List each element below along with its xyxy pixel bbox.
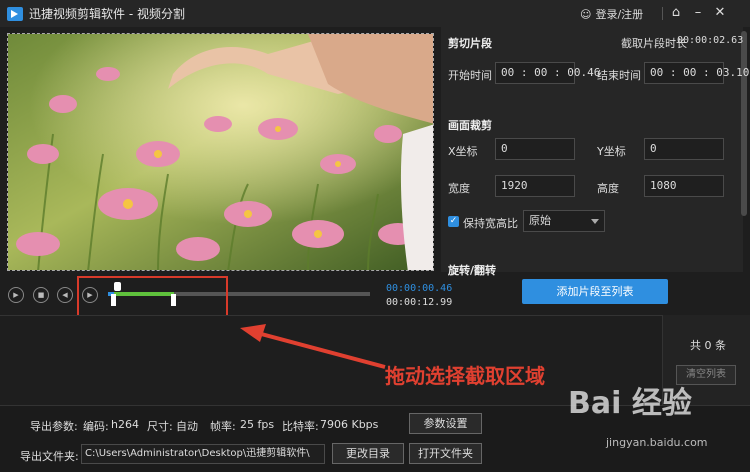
- change-dir-button[interactable]: 更改目录: [332, 443, 404, 464]
- export-params-label: 导出参数:: [30, 420, 78, 433]
- app-logo-icon: [7, 6, 23, 21]
- ratio-select[interactable]: 原始: [523, 210, 605, 232]
- titlebar-divider: [662, 7, 663, 20]
- annotation-text: 拖动选择截取区域: [385, 364, 545, 388]
- watermark-url: jingyan.baidu.com: [606, 436, 708, 449]
- codec-value: h264: [111, 418, 139, 431]
- bitrate-label: 比特率:: [282, 420, 319, 433]
- size-value: 自动: [176, 420, 198, 433]
- height-input[interactable]: 1080: [644, 175, 724, 197]
- add-clip-button[interactable]: 添加片段至列表: [522, 279, 668, 304]
- y-coord-input[interactable]: 0: [644, 138, 724, 160]
- window-title: 迅捷视频剪辑软件 - 视频分割: [29, 7, 185, 21]
- video-frame-image: [8, 34, 433, 270]
- x-coord-label: X坐标: [448, 145, 478, 158]
- chevron-down-icon: [591, 219, 599, 224]
- start-time-label: 开始时间: [448, 69, 492, 82]
- size-label: 尺寸:: [147, 420, 173, 433]
- fps-value: 25 fps: [240, 418, 275, 431]
- minimize-icon[interactable]: –: [690, 5, 706, 21]
- keep-ratio-label: 保持宽高比: [463, 217, 518, 230]
- start-time-input[interactable]: 00 : 00 : 00.46: [495, 62, 600, 84]
- total-time: 00:00:12.99: [386, 297, 453, 308]
- params-settings-button[interactable]: 参数设置: [409, 413, 482, 434]
- y-coord-label: Y坐标: [597, 145, 626, 158]
- current-time: 00:00:00.46: [386, 283, 453, 294]
- codec-label: 编码:: [83, 420, 109, 433]
- export-folder-path[interactable]: C:\Users\Administrator\Desktop\迅捷剪辑软件\: [81, 444, 325, 464]
- login-button[interactable]: ☺ 登录/注册: [580, 6, 643, 22]
- ratio-select-value: 原始: [529, 214, 551, 227]
- clip-count: 共 0 条: [690, 339, 726, 352]
- fps-label: 帧率:: [210, 420, 236, 433]
- rotate-section-title: 旋转/翻转: [448, 264, 497, 277]
- x-coord-input[interactable]: 0: [495, 138, 575, 160]
- login-label: 登录/注册: [595, 8, 644, 21]
- height-label: 高度: [597, 182, 619, 195]
- close-icon[interactable]: ✕: [712, 5, 728, 21]
- end-time-input[interactable]: 00 : 00 : 03.10: [644, 62, 749, 84]
- width-input[interactable]: 1920: [495, 175, 575, 197]
- play-icon[interactable]: ▶: [8, 287, 24, 303]
- home-icon[interactable]: ⌂: [668, 5, 684, 21]
- annotation-arrow-icon: [240, 324, 386, 369]
- width-label: 宽度: [448, 182, 470, 195]
- clip-duration-value: 00:00:02.63: [677, 35, 744, 46]
- export-folder-label: 导出文件夹:: [20, 450, 79, 463]
- end-time-label: 结束时间: [597, 69, 641, 82]
- panel-scrollbar[interactable]: [741, 31, 747, 216]
- keep-ratio-checkbox[interactable]: ✓: [448, 216, 459, 227]
- stop-icon[interactable]: ■: [33, 287, 49, 303]
- clip-section-title: 剪切片段: [448, 37, 492, 50]
- video-preview[interactable]: [7, 33, 434, 271]
- watermark-logo: Bai 经验: [568, 386, 692, 421]
- crop-section-title: 画面裁剪: [448, 119, 492, 132]
- bitrate-value: 7906 Kbps: [320, 418, 379, 431]
- user-icon: ☺: [580, 7, 592, 21]
- prev-frame-icon[interactable]: ◀: [57, 287, 73, 303]
- open-folder-button[interactable]: 打开文件夹: [409, 443, 482, 464]
